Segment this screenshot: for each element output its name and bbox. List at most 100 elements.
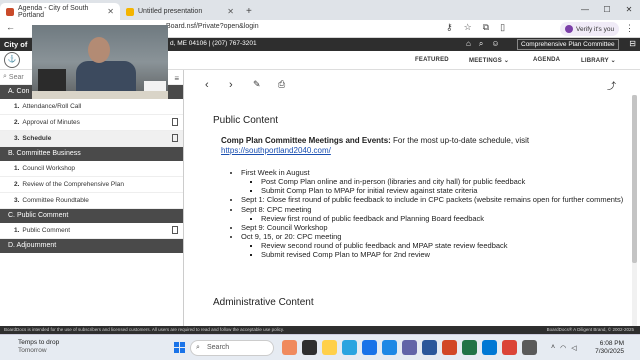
print-icon[interactable]: ⎙ bbox=[278, 79, 285, 90]
browser-menu-icon[interactable]: ⋮ bbox=[625, 23, 634, 34]
nav-library[interactable]: LIBRARY ⌄ bbox=[581, 57, 616, 64]
edit-pencil-icon[interactable]: ✎ bbox=[253, 79, 261, 90]
chrome-icon[interactable] bbox=[502, 340, 517, 355]
tab-agenda[interactable]: Agenda - City of South Portland ✕ bbox=[0, 3, 120, 20]
menu-icon[interactable]: ≡ bbox=[174, 74, 179, 83]
start-button-icon[interactable] bbox=[174, 342, 185, 353]
system-tray: ˄ ◠ ◁ bbox=[551, 344, 577, 352]
agenda-item[interactable]: 3. Schedule bbox=[0, 131, 183, 147]
nav-meetings[interactable]: MEETINGS ⌄ bbox=[469, 57, 509, 64]
scrollbar-thumb[interactable] bbox=[632, 95, 637, 263]
website-link[interactable]: https://southportland2040.com/ bbox=[221, 146, 331, 155]
chevron-up-icon[interactable]: ˄ bbox=[551, 344, 555, 352]
previous-arrow-icon[interactable]: ‹ bbox=[205, 79, 209, 91]
schedule-item: Sept 1: Close first round of public feed… bbox=[241, 195, 628, 204]
share-icon[interactable]: ⤴ bbox=[607, 79, 616, 92]
tab-presentation[interactable]: Untitled presentation ✕ bbox=[120, 3, 240, 20]
excel-icon[interactable] bbox=[462, 340, 477, 355]
photos-icon[interactable] bbox=[482, 340, 497, 355]
sidebar-icon[interactable]: ▯ bbox=[500, 22, 505, 33]
nav-featured[interactable]: FEATURED bbox=[415, 57, 449, 63]
url-field[interactable]: Board.nsf/Private?open&login bbox=[166, 23, 259, 30]
pinned-apps bbox=[282, 340, 537, 355]
schedule-subitem: Submit Comp Plan to MPAP for initial rev… bbox=[261, 186, 628, 195]
weather-line1: Temps to drop bbox=[18, 339, 60, 346]
agenda-section[interactable]: C. Public Comment bbox=[0, 209, 183, 223]
taskbar-search[interactable]: ⌕ Search bbox=[190, 340, 274, 356]
agenda-item-label: Public Comment bbox=[22, 227, 71, 234]
agenda-section[interactable]: B. Committee Business bbox=[0, 147, 183, 161]
schedule-item-text: Oct 9, 15, or 20: CPC meeting bbox=[241, 231, 342, 241]
site-footer: BoardDocs is intended for the use of sub… bbox=[0, 326, 640, 334]
close-window-icon[interactable]: ✕ bbox=[618, 0, 640, 20]
agenda-item-number: 3. bbox=[14, 197, 20, 204]
settings-icon[interactable] bbox=[522, 340, 537, 355]
document-icon bbox=[172, 118, 178, 126]
nav-library-label: LIBRARY bbox=[581, 58, 609, 64]
webcam-video-overlay bbox=[32, 25, 168, 99]
close-tab-icon[interactable]: ✕ bbox=[107, 7, 114, 16]
laptop-image bbox=[38, 69, 66, 91]
teams-icon[interactable] bbox=[402, 340, 417, 355]
next-arrow-icon[interactable]: › bbox=[229, 79, 233, 91]
extensions-icon[interactable]: ⧉ bbox=[483, 22, 489, 33]
powerpoint-icon[interactable] bbox=[442, 340, 457, 355]
outlook-icon[interactable] bbox=[382, 340, 397, 355]
city-seal-icon: ⚓ bbox=[4, 52, 20, 68]
clock-time: 6:08 PM bbox=[599, 340, 624, 347]
taskbar-search-label: Search bbox=[207, 344, 230, 351]
content-scrollbar[interactable] bbox=[632, 95, 637, 326]
edge-icon[interactable] bbox=[342, 340, 357, 355]
agenda-item-number: 1. bbox=[14, 165, 20, 172]
chevron-down-icon: ⌄ bbox=[503, 58, 510, 64]
minimize-icon[interactable]: — bbox=[574, 0, 596, 20]
schedule-sublist: Post Comp Plan online and in-person (lib… bbox=[261, 177, 628, 195]
profile-avatar-icon bbox=[565, 25, 573, 33]
chevron-down-icon: ⌄ bbox=[610, 58, 616, 64]
slides-icon bbox=[126, 7, 134, 16]
agenda-item[interactable]: 1. Council Workshop bbox=[0, 161, 183, 177]
agenda-item[interactable]: 2. Approval of Minutes bbox=[0, 115, 183, 131]
search-icon[interactable]: ⌕ bbox=[479, 39, 483, 49]
search-input[interactable]: Sear bbox=[9, 74, 24, 81]
agenda-item-label: Review of the Comprehensive Plan bbox=[22, 181, 124, 188]
agenda-section[interactable]: D. Adjournment bbox=[0, 239, 183, 253]
weather-line2: Tomorrow bbox=[18, 346, 47, 354]
nav-meetings-label: MEETINGS bbox=[469, 58, 502, 64]
task-view-icon[interactable] bbox=[302, 340, 317, 355]
volume-icon[interactable]: ◁ bbox=[571, 344, 576, 352]
user-icon[interactable]: ☺ bbox=[491, 39, 499, 49]
committee-selector[interactable]: Comprehensive Plan Committee bbox=[517, 39, 619, 50]
agenda-sidebar: ⌕ Sear ≡ A. Con 1. Attendance/Roll Call 2. A… bbox=[0, 70, 184, 326]
bookmark-star-icon[interactable]: ☆ bbox=[464, 22, 472, 33]
home-icon[interactable]: ⌂ bbox=[466, 39, 471, 49]
wifi-icon[interactable]: ◠ bbox=[560, 344, 566, 352]
administrative-content-heading: Administrative Content bbox=[213, 297, 314, 308]
agenda-item-number: 1. bbox=[14, 103, 20, 110]
nav-agenda[interactable]: AGENDA bbox=[533, 57, 560, 63]
schedule-subitem: Review second round of public feedback a… bbox=[261, 241, 628, 250]
schedule-list: First Week in AugustPost Comp Plan onlin… bbox=[241, 168, 628, 259]
maximize-icon[interactable]: ☐ bbox=[596, 0, 618, 20]
store-icon[interactable] bbox=[362, 340, 377, 355]
back-arrow-icon[interactable]: ← bbox=[6, 22, 15, 32]
agenda-item[interactable]: 3. Committee Roundtable bbox=[0, 193, 183, 209]
collapse-icon[interactable]: ⊟ bbox=[629, 39, 636, 48]
verify-button[interactable]: Verify it's you bbox=[560, 22, 620, 36]
taskbar-clock[interactable]: 6:08 PM 7/30/2025 bbox=[590, 340, 624, 357]
agenda-item[interactable]: 2. Review of the Comprehensive Plan bbox=[0, 177, 183, 193]
desk-image bbox=[32, 91, 168, 99]
word-icon[interactable] bbox=[422, 340, 437, 355]
tab-title: Untitled presentation bbox=[138, 8, 203, 15]
app-icon[interactable] bbox=[282, 340, 297, 355]
agenda-item-number: 3. bbox=[14, 135, 20, 142]
agenda-item[interactable]: 1. Attendance/Roll Call bbox=[0, 99, 183, 115]
new-tab-button[interactable]: + bbox=[240, 6, 258, 20]
agenda-item-label: Schedule bbox=[22, 135, 52, 142]
close-tab-icon[interactable]: ✕ bbox=[227, 7, 234, 16]
weather-widget[interactable]: Temps to drop Tomorrow bbox=[6, 339, 59, 355]
key-icon[interactable]: ⚷ bbox=[446, 22, 453, 33]
agenda-item[interactable]: 1. Public Comment bbox=[0, 223, 183, 239]
file-explorer-icon[interactable] bbox=[322, 340, 337, 355]
browser-tab-bar: Agenda - City of South Portland ✕ Untitl… bbox=[0, 0, 640, 20]
